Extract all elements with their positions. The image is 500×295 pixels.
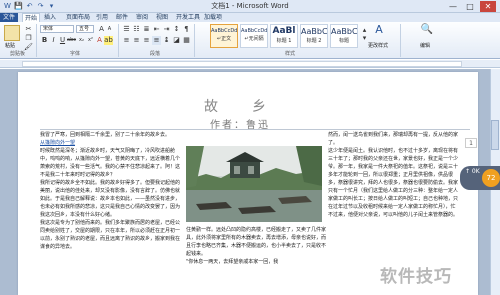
text-column-2[interactable]: 住黄鹂一样。远处凸凹的隐约高楼，已经搬走了，又卖了几件家具，此外须将家里所有的木…: [186, 226, 326, 294]
paste-button-label[interactable]: 粘贴: [5, 42, 15, 49]
tab-file[interactable]: 文件: [0, 13, 18, 22]
decrease-indent-icon[interactable]: ⇤: [152, 25, 161, 34]
maximize-button[interactable]: □: [462, 1, 478, 12]
paragraph: 时候既然是深冬；渐近故乡时，天气又阴晦了，冷风吹进船舱中，呜呜的响，从篷隙向外一…: [40, 148, 180, 178]
format-painter-icon[interactable]: 🖌: [24, 43, 33, 52]
paragraph: 这少年便是闰土。我认识他时，也不过十多岁，离现在将有三十年了；那时我的父亲还在世…: [328, 148, 459, 218]
style-heading-2[interactable]: AaBbC 标题 2: [300, 24, 328, 48]
strikethrough-button[interactable]: abc: [67, 36, 76, 45]
word-window: W 💾 ↶ ↷ ▾ 文档1 - Microsoft Word — □ ✕ 文件 …: [0, 0, 500, 295]
clipboard-group-label: 剪贴板: [10, 51, 26, 57]
style-name: 标题 2: [306, 38, 322, 44]
copy-icon[interactable]: ❐: [24, 34, 33, 43]
borders-icon[interactable]: ▦: [182, 36, 191, 45]
increase-indent-icon[interactable]: ⇥: [162, 25, 171, 34]
tab-home[interactable]: 开始: [22, 13, 41, 22]
close-button[interactable]: ✕: [480, 1, 496, 12]
multilevel-list-icon[interactable]: ≣: [142, 25, 151, 34]
tab-view[interactable]: 视图: [156, 13, 168, 22]
style-name: 标题 1: [276, 38, 292, 44]
superscript-button[interactable]: x²: [86, 36, 95, 45]
change-styles-label[interactable]: 更改样式: [368, 42, 388, 49]
paragraph: 我这次是专为了别他而来的。我们多年聚族而居的老屋，已经公同卖给别姓了，交屋的期限…: [40, 220, 180, 250]
redo-icon[interactable]: ↷: [36, 2, 45, 11]
paragraph: 我所记得的故乡全不如此。我的故乡好得多了。但要我记起他的美丽，说出他的佳处来，却…: [40, 180, 180, 218]
style-sample: AaBbCcDd: [241, 28, 267, 34]
paste-icon[interactable]: [4, 25, 20, 41]
save-icon[interactable]: 💾: [14, 2, 23, 11]
style-sample: AaBl: [272, 26, 296, 36]
style-sample: AaBbC: [331, 27, 357, 36]
scrollbar-thumb[interactable]: [491, 120, 499, 150]
group-divider: [400, 24, 401, 57]
text-column-1[interactable]: 我冒了严寒，回到相隔二千余里，别了二十余年的故乡去。 从篷隙向外一望 时候既然是…: [40, 131, 180, 291]
page-number-marker: 1: [465, 138, 477, 148]
styles-group-label: 样式: [285, 51, 296, 57]
ruler-text-area[interactable]: [22, 61, 462, 67]
numbering-icon[interactable]: ☷: [132, 25, 141, 34]
shrink-font-icon[interactable]: A: [105, 25, 114, 34]
subscript-button[interactable]: x₂: [77, 36, 86, 45]
style-title[interactable]: AaBbC 标题: [330, 24, 358, 48]
align-center-icon[interactable]: ≡: [132, 36, 141, 45]
edit-label[interactable]: 编辑: [420, 42, 430, 49]
document-photo[interactable]: [186, 146, 322, 222]
style-name: ↵无间隔: [244, 36, 264, 42]
style-name: ↵正文: [216, 36, 232, 42]
paragraph: 从篷隙向外一望: [40, 139, 180, 147]
customize-qat-icon[interactable]: ▾: [47, 2, 56, 11]
line-spacing-icon[interactable]: ↨: [162, 36, 171, 45]
highlight-icon[interactable]: ab: [104, 36, 113, 45]
style-no-spacing[interactable]: AaBbCcDd ↵无间隔: [240, 24, 268, 48]
upload-speed-label: ↑ 0K: [465, 168, 480, 175]
font-size-combo[interactable]: 五号: [76, 25, 94, 33]
group-divider: [118, 24, 119, 57]
show-marks-icon[interactable]: ¶: [182, 25, 191, 34]
tab-page-layout[interactable]: 页面布局: [66, 13, 90, 22]
minimize-button[interactable]: —: [445, 1, 461, 12]
font-name-combo[interactable]: 宋体: [40, 25, 74, 33]
italic-button[interactable]: I: [49, 36, 58, 45]
undo-icon[interactable]: ↶: [25, 2, 34, 11]
paragraph: 我冒了严寒，回到相隔二千余里，别了二十余年的故乡去。: [40, 132, 171, 138]
window-title: 文档1 - Microsoft Word: [211, 2, 289, 10]
title-divider: [40, 129, 470, 130]
tab-insert[interactable]: 插入: [44, 13, 56, 22]
style-sample: AaBbCcDd: [211, 28, 237, 34]
watermark-text: 软件技巧: [380, 267, 452, 287]
tab-addins[interactable]: 加载项: [204, 13, 222, 22]
style-normal[interactable]: AaBbCcDd ↵正文: [210, 24, 238, 48]
bold-button[interactable]: B: [40, 36, 49, 45]
group-divider: [194, 24, 195, 57]
find-icon[interactable]: 🔍: [420, 25, 434, 39]
change-styles-icon[interactable]: A: [372, 24, 386, 39]
cut-icon[interactable]: ✂: [24, 25, 33, 34]
bullets-icon[interactable]: ☰: [122, 25, 131, 34]
speed-widget-ring[interactable]: 72: [482, 169, 500, 187]
style-name: 标题: [338, 38, 349, 44]
tab-review[interactable]: 审阅: [136, 13, 148, 22]
paragraph: 然而，闰一送鸟雀到我们来，那瑞却再有一提，反从他的家了。: [328, 132, 459, 146]
font-group-label: 字体: [70, 51, 81, 57]
paragraph-group-label: 段落: [150, 51, 161, 57]
paragraph: 住黄鹂一样。远处凸凹的隐约高楼，已经搬走了，又卖了几件家具，此外须将家里所有的木…: [186, 227, 326, 257]
style-sample: AaBbC: [301, 27, 327, 36]
group-divider: [36, 24, 37, 57]
sort-icon[interactable]: ↕: [172, 25, 181, 34]
link-text[interactable]: 从篷隙向外一望: [40, 140, 75, 146]
shading-icon[interactable]: ◪: [172, 36, 181, 45]
word-app-icon[interactable]: W: [3, 2, 12, 11]
font-color-button[interactable]: A: [95, 36, 104, 45]
underline-button[interactable]: U: [58, 36, 67, 45]
tab-mailings[interactable]: 邮件: [116, 13, 128, 22]
style-heading-1[interactable]: AaBl 标题 1: [270, 24, 298, 48]
document-heading: 故 乡: [204, 99, 276, 115]
paragraph: "你休息一两天，去拜望亲戚本家一回，我: [186, 259, 279, 265]
tab-references[interactable]: 引用: [96, 13, 108, 22]
justify-icon[interactable]: ≡: [152, 36, 161, 45]
align-left-icon[interactable]: ≡: [122, 36, 131, 45]
tab-developer[interactable]: 开发工具: [176, 13, 200, 22]
align-right-icon[interactable]: ≡: [142, 36, 151, 45]
